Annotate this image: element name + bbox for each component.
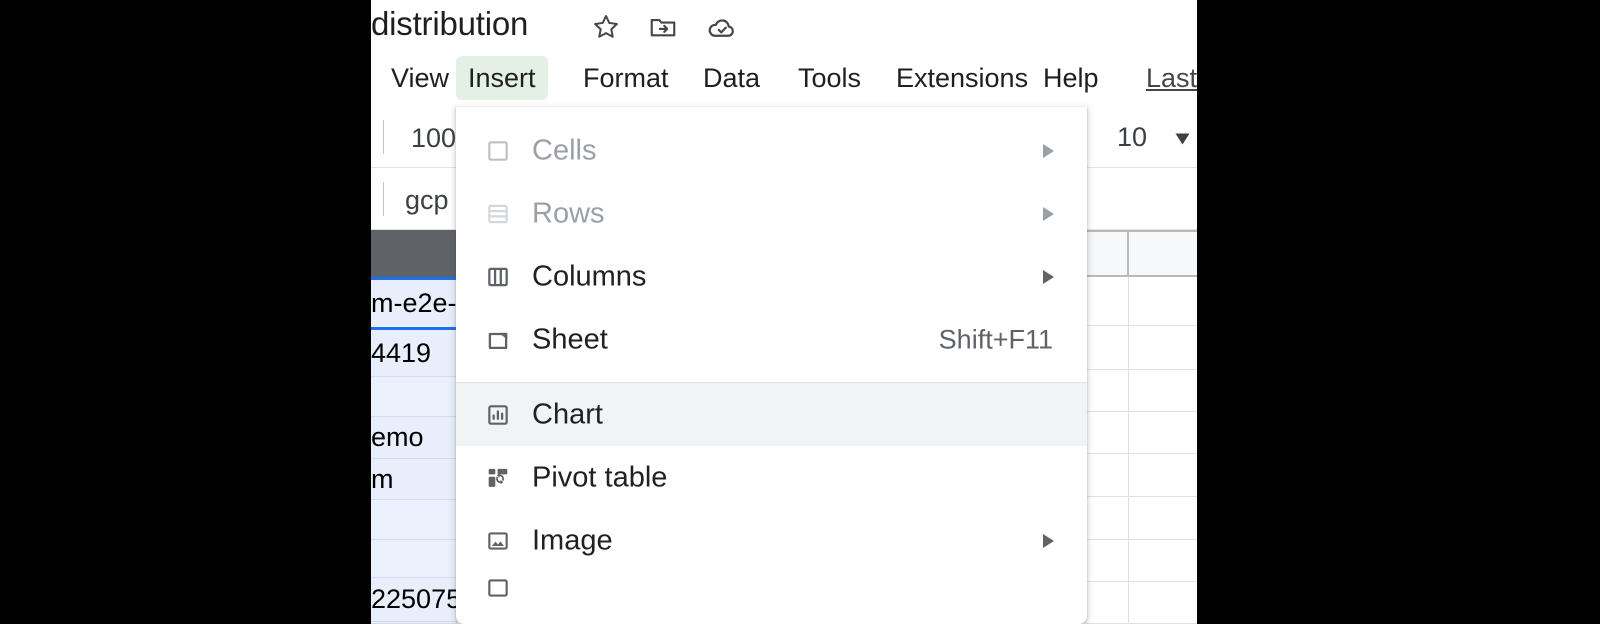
cell-left-4[interactable]: emo — [371, 417, 458, 459]
menu-item-label: Columns — [532, 260, 647, 292]
menu-insert[interactable]: Insert — [456, 56, 548, 100]
grid-cell[interactable] — [1129, 540, 1197, 581]
menu-extensions[interactable]: Extensions — [884, 56, 1040, 100]
grid-cell[interactable] — [1085, 232, 1129, 275]
grid-cell[interactable] — [1129, 232, 1197, 275]
menu-item-partial[interactable] — [456, 572, 1087, 602]
sheet-icon — [483, 325, 513, 355]
grid-cell[interactable] — [1129, 370, 1197, 411]
grid-cell[interactable] — [1129, 582, 1197, 623]
grid-cell[interactable] — [1129, 326, 1197, 369]
menu-item-image[interactable]: Image — [456, 509, 1087, 572]
document-title[interactable]: distribution — [371, 5, 528, 43]
menu-view[interactable]: View — [379, 56, 461, 100]
grid-cell[interactable] — [1129, 412, 1197, 453]
menu-bar: View Insert Format Data Tools Extensions… — [371, 54, 1197, 106]
title-row: distribution — [371, 0, 1197, 52]
grid-cell[interactable] — [1085, 497, 1129, 539]
last-edit-link[interactable]: Last e — [1146, 56, 1197, 100]
grid-cell[interactable] — [1085, 277, 1129, 325]
rows-icon — [483, 199, 513, 229]
grid-cell[interactable] — [1085, 326, 1129, 369]
menu-item-label: Image — [532, 524, 613, 556]
image-icon — [483, 526, 513, 556]
drawing-icon — [483, 573, 513, 603]
menu-item-label: Cells — [532, 134, 597, 166]
font-size-value[interactable]: 10 — [1117, 122, 1147, 153]
menu-data[interactable]: Data — [691, 56, 772, 100]
menu-item-columns[interactable]: Columns — [456, 245, 1087, 308]
right-grid — [1085, 230, 1197, 624]
table-row — [1085, 370, 1197, 412]
menu-item-chart[interactable]: Chart — [456, 383, 1087, 446]
cells-icon — [483, 136, 513, 166]
table-row — [1085, 277, 1197, 326]
letterbox-right — [1197, 0, 1600, 624]
menu-item-sheet[interactable]: Sheet Shift+F11 — [456, 308, 1087, 371]
menu-top-padding — [456, 107, 1087, 119]
table-row — [1085, 230, 1197, 277]
cloud-saved-icon[interactable] — [704, 10, 738, 44]
menu-item-rows[interactable]: Rows — [456, 182, 1087, 245]
spreadsheet-app: distribution View Insert Format Data Too… — [371, 0, 1197, 624]
grid-cell[interactable] — [1129, 277, 1197, 325]
star-icon[interactable] — [589, 10, 623, 44]
letterbox-left — [0, 0, 371, 624]
menu-item-label: Chart — [532, 398, 603, 430]
columns-icon — [483, 262, 513, 292]
chart-icon — [483, 400, 513, 430]
grid-cell[interactable] — [1129, 454, 1197, 496]
submenu-arrow-icon — [1043, 143, 1054, 158]
grid-cell[interactable] — [1129, 497, 1197, 539]
submenu-arrow-icon — [1043, 206, 1054, 221]
screenshot-root: distribution View Insert Format Data Too… — [0, 0, 1600, 624]
menu-item-label: Pivot table — [532, 461, 668, 493]
table-row — [1085, 497, 1197, 540]
menu-item-cells[interactable]: Cells — [456, 119, 1087, 182]
table-row — [1085, 454, 1197, 497]
grid-cell[interactable] — [1085, 412, 1129, 453]
menu-tools[interactable]: Tools — [786, 56, 873, 100]
table-row — [1085, 540, 1197, 582]
grid-cell[interactable] — [1085, 540, 1129, 581]
toolbar-divider-1 — [383, 120, 384, 154]
table-row — [1085, 582, 1197, 624]
cell-left-5[interactable]: m — [371, 459, 458, 500]
move-to-folder-icon[interactable] — [646, 10, 680, 44]
grid-cell[interactable] — [1085, 582, 1129, 623]
submenu-arrow-icon — [1043, 269, 1054, 284]
table-row — [1085, 326, 1197, 370]
cell-left-7[interactable] — [371, 540, 458, 578]
cell-left-1[interactable]: m-e2e-r — [371, 277, 458, 330]
cell-left-2[interactable]: 4419 — [371, 330, 458, 377]
grid-cell[interactable] — [1085, 454, 1129, 496]
pivot-table-icon — [483, 463, 513, 493]
menu-format[interactable]: Format — [571, 56, 681, 100]
menu-help[interactable]: Help — [1031, 56, 1111, 100]
menu-item-label: Rows — [532, 197, 605, 229]
cell-left-8[interactable]: 225075 — [371, 578, 458, 622]
menu-item-pivot-table[interactable]: Pivot table — [456, 446, 1087, 509]
submenu-arrow-icon — [1043, 533, 1054, 548]
cell-left-3[interactable] — [371, 377, 458, 417]
column-header-selected[interactable] — [371, 230, 458, 277]
insert-menu-panel: Cells Rows Columns Sheet Shift+F11 Chart… — [456, 107, 1087, 624]
table-row — [1085, 412, 1197, 454]
menu-item-shortcut: Shift+F11 — [938, 324, 1053, 354]
menu-item-label: Sheet — [532, 323, 608, 355]
formula-divider — [383, 182, 384, 216]
chevron-down-icon[interactable] — [1175, 133, 1190, 145]
cell-left-6[interactable] — [371, 500, 458, 540]
grid-cell[interactable] — [1085, 370, 1129, 411]
